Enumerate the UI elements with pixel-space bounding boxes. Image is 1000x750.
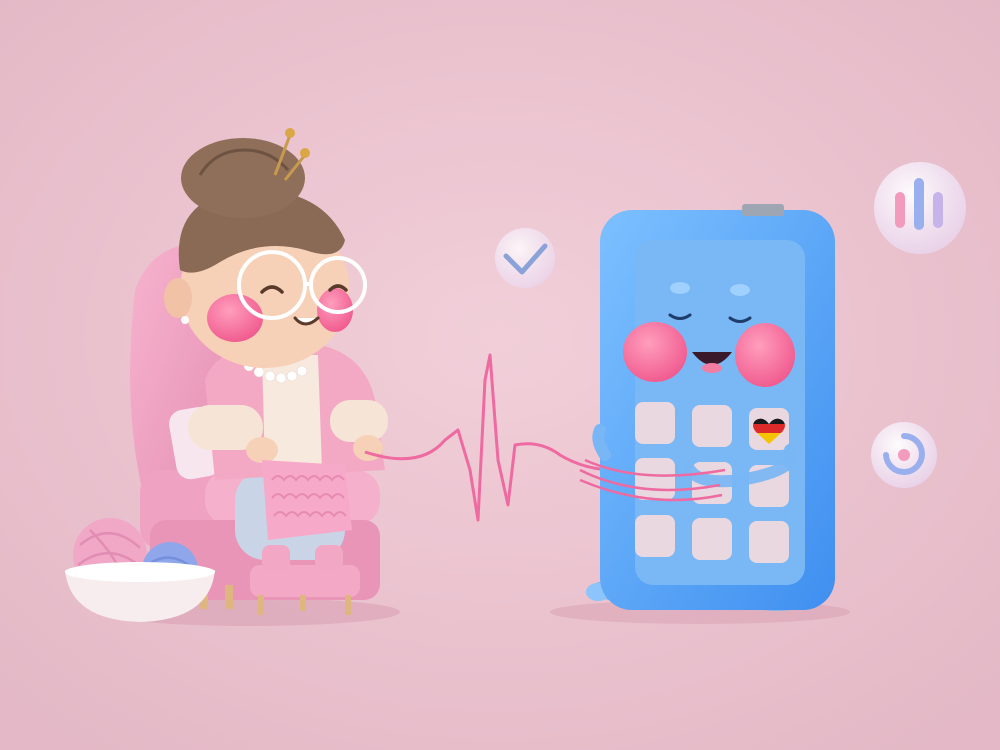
phone-character: [579, 204, 835, 611]
scene-svg: [0, 0, 1000, 750]
phone-button: [742, 204, 784, 216]
knitted-piece: [262, 460, 352, 540]
refresh-icon: [871, 422, 937, 488]
illustration-scene: [0, 0, 1000, 750]
audio-bars-icon: [874, 162, 966, 254]
checkmark-icon: [495, 228, 555, 288]
